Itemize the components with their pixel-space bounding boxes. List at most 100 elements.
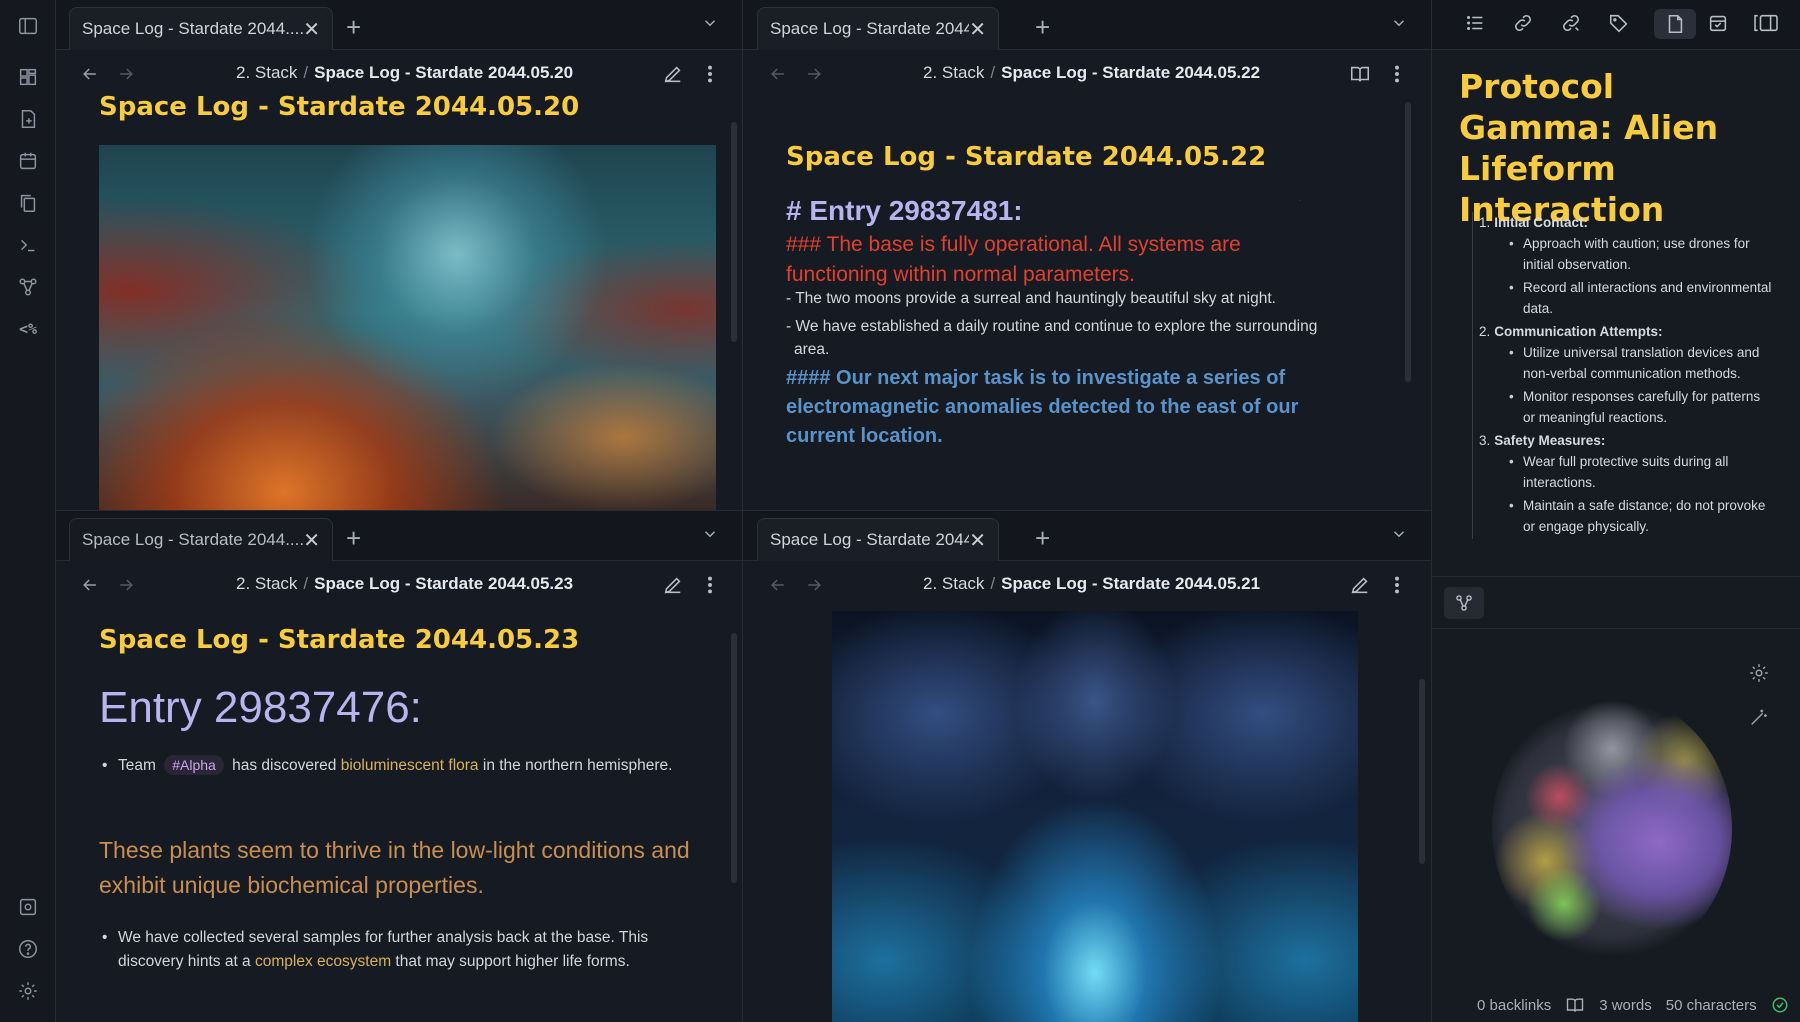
more-options-icon[interactable]	[699, 574, 721, 596]
internal-link[interactable]: complex ecosystem	[255, 953, 391, 970]
bullet-glyph: •	[102, 929, 108, 946]
back-arrow-icon[interactable]	[80, 64, 100, 84]
sync-check-icon[interactable]	[1771, 996, 1789, 1014]
tab-space-log-2044-05-22[interactable]: Space Log - Stardate 2044.... ✕	[757, 7, 999, 50]
breadcrumb-current[interactable]: Space Log - Stardate 2044.05.23	[314, 574, 573, 593]
file-properties-icon[interactable]	[1654, 9, 1696, 39]
outline-section: 2.Communication Attempts:Utilize univers…	[1479, 321, 1772, 428]
breadcrumb-parent[interactable]: 2. Stack	[236, 63, 297, 82]
sidebar-toggle-icon[interactable]	[14, 12, 42, 40]
new-tab-button[interactable]: +	[1035, 523, 1050, 554]
outline-item: Wear full protective suits during all in…	[1507, 451, 1772, 493]
status-bar: 0 backlinks 3 words 50 characters	[1477, 995, 1789, 1015]
magic-wand-icon[interactable]	[1748, 706, 1772, 730]
templater-icon[interactable]: <%	[14, 315, 42, 343]
edit-pencil-icon[interactable]	[662, 63, 684, 85]
scrollbar[interactable]	[731, 122, 737, 342]
outline-list-icon[interactable]	[1464, 12, 1486, 34]
breadcrumb-separator: /	[303, 63, 309, 82]
text-line: - The two moons provide a surreal and ha…	[786, 290, 1276, 307]
list-item: • Team #Alpha has discovered bioluminesc…	[102, 755, 718, 775]
outline-heading[interactable]: 3. Safety Measures:	[1479, 430, 1772, 451]
tab-bar-top-left: Space Log - Stardate 2044.... ✕ +	[56, 0, 742, 50]
breadcrumb-separator: /	[990, 574, 996, 593]
breadcrumb-current[interactable]: Space Log - Stardate 2044.05.22	[1001, 63, 1260, 82]
backlinks-count[interactable]: 0 backlinks	[1477, 997, 1551, 1014]
graph-view-icon[interactable]	[14, 273, 42, 301]
scrollbar[interactable]	[1405, 102, 1411, 382]
tab-list-chevron-icon[interactable]	[1390, 525, 1408, 543]
close-tab-icon[interactable]: ✕	[303, 528, 320, 553]
close-tab-icon[interactable]: ✕	[303, 17, 320, 42]
outline-number: 2.	[1479, 324, 1491, 339]
calendar-icon[interactable]	[1707, 12, 1729, 34]
bullet-glyph: •	[102, 757, 108, 774]
close-tab-icon[interactable]: ✕	[969, 528, 986, 553]
graph-tab-icon[interactable]	[1444, 587, 1484, 619]
more-options-icon[interactable]	[699, 63, 721, 85]
forward-arrow-icon[interactable]	[804, 575, 824, 595]
quote-text: These plants seem to thrive in the low-l…	[99, 837, 690, 898]
breadcrumb-parent[interactable]: 2. Stack	[923, 63, 984, 82]
reading-view-book-icon[interactable]	[1349, 63, 1371, 85]
outline-heading[interactable]: 1. Initial Contact:	[1479, 212, 1772, 233]
outline-section: 1.Initial Contact:Approach with caution;…	[1479, 212, 1772, 319]
graph-settings-gear-icon[interactable]	[1748, 662, 1772, 686]
internal-link[interactable]: bioluminescent flora	[341, 757, 479, 774]
tab-space-log-2044-05-21[interactable]: Space Log - Stardate 2044.... ✕	[757, 518, 999, 561]
vault-icon[interactable]	[14, 893, 42, 921]
text: Team	[118, 757, 156, 774]
outline-number: 3.	[1479, 433, 1491, 448]
local-graph-view[interactable]	[1492, 695, 1732, 963]
backlinks-icon[interactable]	[1512, 12, 1534, 34]
more-options-icon[interactable]	[1386, 63, 1408, 85]
breadcrumb-current[interactable]: Space Log - Stardate 2044.05.20	[314, 63, 573, 82]
settings-icon[interactable]	[14, 977, 42, 1005]
character-count: 50 characters	[1665, 996, 1757, 1014]
dashboard-icon[interactable]	[14, 63, 42, 91]
tab-list-chevron-icon[interactable]	[701, 525, 719, 543]
new-tab-button[interactable]: +	[346, 12, 361, 43]
reading-book-icon[interactable]	[1565, 995, 1585, 1015]
left-ribbon: <%	[0, 0, 56, 1022]
new-tab-button[interactable]: +	[346, 523, 361, 554]
back-arrow-icon[interactable]	[768, 575, 788, 595]
tab-space-log-2044-05-23[interactable]: Space Log - Stardate 2044.... ✕	[69, 518, 333, 561]
new-tab-button[interactable]: +	[1035, 12, 1050, 43]
tab-bar-top-right: Space Log - Stardate 2044.... ✕ +	[743, 0, 1431, 50]
scrollbar[interactable]	[731, 633, 737, 883]
terminal-icon[interactable]	[14, 231, 42, 259]
pane-top-right: 2. Stack / Space Log - Stardate 2044.05.22…	[743, 50, 1431, 510]
tab-list-chevron-icon[interactable]	[701, 14, 719, 32]
back-arrow-icon[interactable]	[80, 575, 100, 595]
back-arrow-icon[interactable]	[768, 64, 788, 84]
tags-icon[interactable]	[1608, 12, 1630, 34]
text: has discovered	[232, 757, 337, 774]
outgoing-links-icon[interactable]	[1560, 12, 1582, 34]
more-options-icon[interactable]	[1386, 574, 1408, 596]
outline-heading[interactable]: 2. Communication Attempts:	[1479, 321, 1772, 342]
tag-alpha[interactable]: #Alpha	[164, 755, 224, 775]
forward-arrow-icon[interactable]	[116, 64, 136, 84]
forward-arrow-icon[interactable]	[804, 64, 824, 84]
toggle-right-sidebar-icon[interactable]	[1746, 12, 1786, 34]
forward-arrow-icon[interactable]	[116, 575, 136, 595]
tab-bar-bottom-right: Space Log - Stardate 2044.... ✕ +	[743, 511, 1431, 561]
copy-icon[interactable]	[14, 189, 42, 217]
help-icon[interactable]	[14, 935, 42, 963]
calendar-icon[interactable]	[14, 147, 42, 175]
breadcrumb-parent[interactable]: 2. Stack	[236, 574, 297, 593]
edit-pencil-icon[interactable]	[1349, 574, 1371, 596]
tab-list-chevron-icon[interactable]	[1390, 14, 1408, 32]
edit-pencil-icon[interactable]	[662, 574, 684, 596]
outline-label: Initial Contact:	[1494, 215, 1589, 230]
breadcrumb-parent[interactable]: 2. Stack	[923, 574, 984, 593]
tab-space-log-2044-05-20[interactable]: Space Log - Stardate 2044.... ✕	[69, 7, 333, 50]
tab-title: Space Log - Stardate 2044....	[82, 19, 304, 38]
breadcrumb: 2. Stack / Space Log - Stardate 2044.05.21	[923, 574, 1260, 594]
breadcrumb-separator: /	[990, 63, 996, 82]
breadcrumb-current[interactable]: Space Log - Stardate 2044.05.21	[1001, 574, 1260, 593]
new-note-icon[interactable]	[14, 105, 42, 133]
scrollbar[interactable]	[1419, 679, 1425, 864]
close-tab-icon[interactable]: ✕	[969, 17, 986, 42]
